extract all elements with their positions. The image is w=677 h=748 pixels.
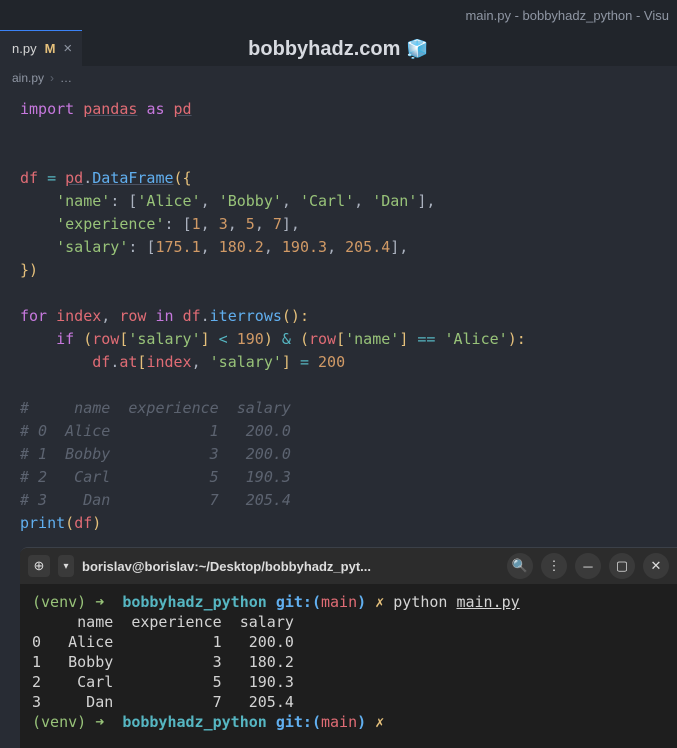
watermark: bobbyhadz.com 🧊 xyxy=(248,38,429,61)
terminal-output[interactable]: (venv) ➜ bobbyhadz_python git:(main) ✗ p… xyxy=(20,584,677,748)
tab-filename: n.py xyxy=(12,41,37,56)
minimize-icon[interactable]: ─ xyxy=(575,553,601,579)
comment-line: # 0 Alice 1 200.0 xyxy=(6,420,291,443)
terminal-panel: ⊕ ▾ borislav@borislav:~/Desktop/bobbyhad… xyxy=(20,547,677,748)
close-icon[interactable]: ✕ xyxy=(643,553,669,579)
chevron-right-icon: › xyxy=(50,71,54,85)
code-editor[interactable]: import pandas as pd df = pd.DataFrame({ … xyxy=(0,90,677,535)
breadcrumb[interactable]: ain.py › … xyxy=(0,66,677,90)
search-icon[interactable]: 🔍 xyxy=(507,553,533,579)
breadcrumb-more: … xyxy=(60,71,72,85)
breadcrumb-file: ain.py xyxy=(12,71,44,85)
dropdown-button[interactable]: ▾ xyxy=(58,555,74,577)
new-tab-button[interactable]: ⊕ xyxy=(28,555,50,577)
comment-line: # name experience salary xyxy=(6,397,291,420)
terminal-table-output: name experience salary 0 Alice 1 200.0 1… xyxy=(32,613,294,711)
menu-icon[interactable]: ⋮ xyxy=(541,553,567,579)
cube-icon: 🧊 xyxy=(406,39,428,60)
comment-line: # 3 Dan 7 205.4 xyxy=(6,489,291,512)
tab-main-py[interactable]: n.py M × xyxy=(0,30,82,66)
maximize-icon[interactable]: ▢ xyxy=(609,553,635,579)
tab-modified-badge: M xyxy=(45,41,56,56)
watermark-text: bobbyhadz.com xyxy=(248,38,400,61)
window-title-bar: main.py - bobbyhadz_python - Visu xyxy=(0,0,677,30)
close-icon[interactable]: × xyxy=(63,40,72,57)
window-title: main.py - bobbyhadz_python - Visu xyxy=(465,8,669,23)
comment-line: # 1 Bobby 3 200.0 xyxy=(6,443,291,466)
comment-line: # 2 Carl 5 190.3 xyxy=(6,466,291,489)
terminal-title-bar: ⊕ ▾ borislav@borislav:~/Desktop/bobbyhad… xyxy=(20,548,677,584)
terminal-title: borislav@borislav:~/Desktop/bobbyhadz_py… xyxy=(82,559,371,574)
